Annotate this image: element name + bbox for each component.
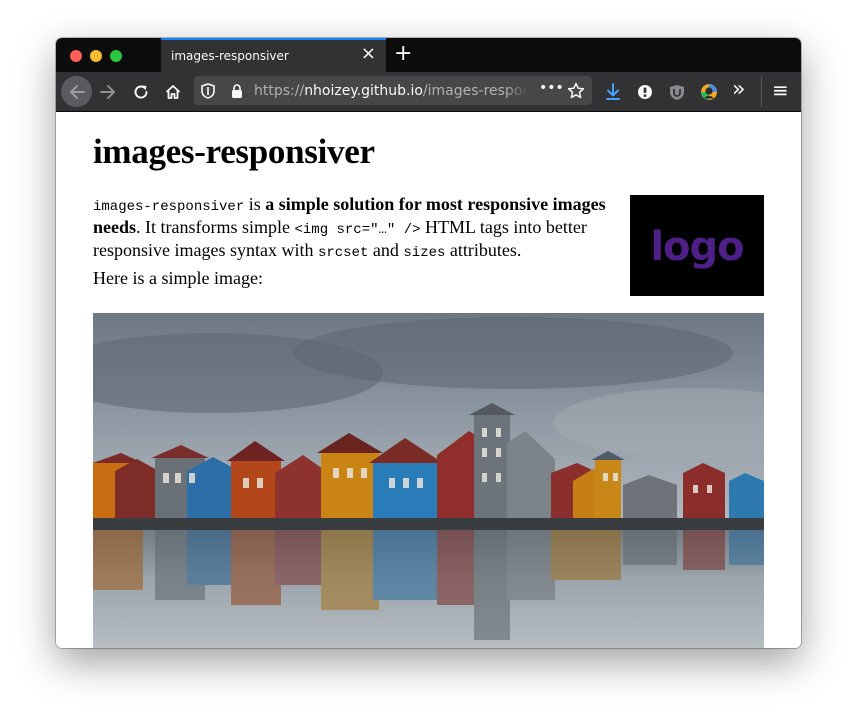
home-icon[interactable]	[159, 78, 187, 106]
browser-window: images-responsiver × + https://nhoizey.g…	[56, 38, 801, 648]
intro-img-tag: <img src="…" />	[294, 222, 421, 238]
simple-image-text: Here is a simple image:	[93, 268, 263, 288]
intro-end: attributes.	[445, 240, 522, 260]
star-icon[interactable]	[562, 77, 590, 105]
avatar-icon[interactable]	[695, 78, 723, 106]
page-title: images-responsiver	[93, 132, 375, 171]
logo-text: logo	[650, 223, 744, 270]
intro-is: is	[244, 194, 266, 214]
logo-image: logo	[630, 195, 764, 296]
close-window-button[interactable]	[70, 50, 82, 62]
intro-srcset: srcset	[317, 245, 369, 261]
intro-paragraph: images-responsiver is a simple solution …	[93, 194, 613, 263]
extension-icon[interactable]	[631, 78, 659, 106]
shield-icon[interactable]	[194, 77, 222, 105]
toolbar-divider	[761, 76, 762, 107]
intro-code: images-responsiver	[93, 199, 245, 215]
page-actions-button[interactable]: •••	[539, 80, 564, 96]
ublock-icon[interactable]	[663, 78, 691, 106]
url-scheme: https://	[254, 83, 305, 99]
zoom-window-button[interactable]	[110, 50, 122, 62]
intro-and: and	[368, 240, 404, 260]
tab-close-icon[interactable]: ×	[361, 45, 376, 63]
url-host: nhoizey.github.io	[304, 83, 423, 99]
tab-strip: images-responsiver × +	[56, 38, 801, 72]
tab-active[interactable]: images-responsiver ×	[161, 38, 386, 72]
nav-toolbar: https://nhoizey.github.io/images-respons…	[56, 72, 801, 112]
url-fade	[506, 78, 528, 103]
intro-sizes: sizes	[403, 245, 446, 261]
forward-icon[interactable]	[94, 78, 122, 106]
reload-icon[interactable]	[127, 78, 155, 106]
lock-icon[interactable]	[223, 77, 251, 105]
houses-photo	[93, 313, 764, 648]
menu-icon[interactable]: ≡	[772, 80, 789, 100]
url-text[interactable]: https://nhoizey.github.io/images-respons…	[254, 83, 526, 99]
download-icon[interactable]	[599, 78, 627, 106]
url-bar[interactable]: https://nhoizey.github.io/images-respons…	[194, 76, 592, 105]
intro-mid: . It transforms simple	[136, 217, 295, 237]
new-tab-button[interactable]: +	[394, 41, 412, 67]
minimize-window-button[interactable]	[90, 50, 102, 62]
back-icon[interactable]	[61, 76, 92, 107]
page-content: images-responsiver images-responsiver is…	[56, 112, 801, 648]
tab-title: images-responsiver	[171, 49, 289, 63]
overflow-menu-button[interactable]: »	[732, 78, 745, 102]
